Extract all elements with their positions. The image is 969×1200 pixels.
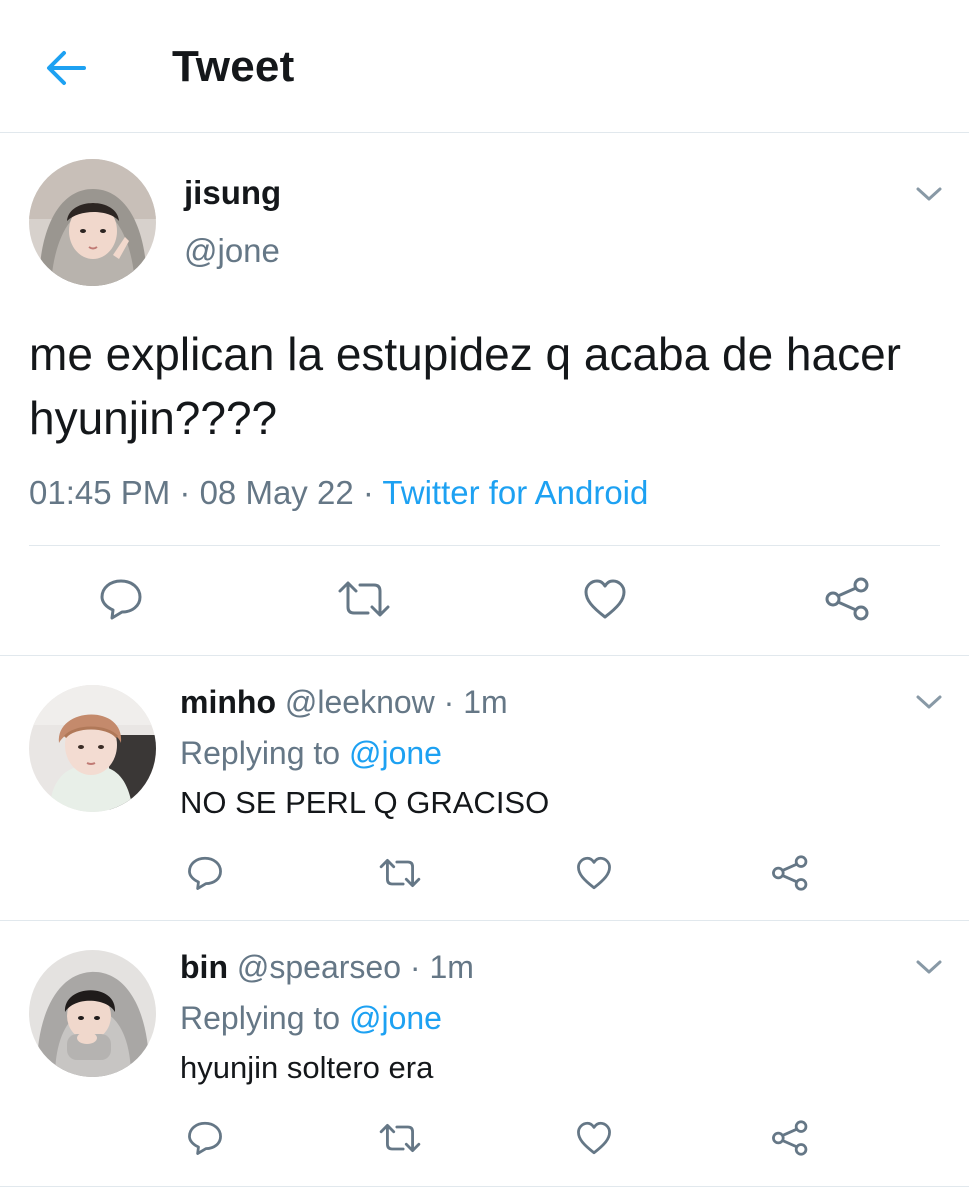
retweet-arrows-icon: [379, 859, 421, 887]
reply-header: minho @leeknow · 1m: [180, 684, 508, 721]
meta-separator: ·: [401, 949, 430, 985]
tweet-time: 01:45 PM: [29, 474, 171, 511]
back-button[interactable]: [44, 48, 88, 88]
speech-bubble-icon: [100, 579, 142, 620]
speech-bubble-icon: [188, 1121, 222, 1155]
share-nodes-icon: [772, 1120, 808, 1156]
reply-author-name[interactable]: bin: [180, 949, 228, 985]
speech-bubble-icon: [188, 856, 222, 890]
avatar-minho[interactable]: [29, 685, 156, 812]
retweet-button[interactable]: [336, 579, 392, 619]
tweet-text: me explican la estupidez q acaba de hace…: [29, 328, 902, 444]
meta-separator: ·: [434, 684, 464, 720]
reply-age: 1m: [463, 684, 508, 720]
reply-age: 1m: [429, 949, 474, 985]
reply-button[interactable]: [98, 577, 144, 621]
reply-more-button[interactable]: [914, 692, 944, 712]
reply-author-handle[interactable]: @spearseo: [237, 949, 401, 985]
share-nodes-icon: [772, 855, 808, 891]
replying-to-line: Replying to @jone: [180, 735, 442, 772]
reply-button[interactable]: [186, 855, 224, 891]
tweet-date: 08 May 22: [199, 474, 354, 511]
reply-text: NO SE PERL Q GRACISO: [180, 785, 550, 820]
author-name[interactable]: jisung: [184, 174, 281, 212]
like-button[interactable]: [582, 577, 628, 621]
reply-author-name[interactable]: minho: [180, 684, 276, 720]
replying-to-line: Replying to @jone: [180, 1000, 442, 1037]
page-title: Tweet: [172, 42, 295, 91]
chevron-down-icon: [916, 187, 942, 201]
heart-icon: [584, 579, 626, 619]
meta-separator: ·: [170, 474, 200, 511]
heart-icon: [577, 1121, 611, 1155]
avatar-bin[interactable]: [29, 950, 156, 1077]
top-bar: Tweet: [0, 0, 969, 133]
tweet-more-button[interactable]: [914, 184, 944, 204]
share-nodes-icon: [825, 577, 869, 621]
retweet-arrows-icon: [338, 581, 390, 617]
heart-icon: [577, 856, 611, 890]
replying-to-mention[interactable]: @jone: [349, 735, 442, 771]
share-button[interactable]: [771, 854, 810, 892]
tweet-source-link[interactable]: Twitter for Android: [382, 474, 648, 511]
meta-separator: ·: [353, 474, 383, 511]
replying-to-mention[interactable]: @jone: [349, 1000, 442, 1036]
like-button[interactable]: [575, 1120, 613, 1156]
share-button[interactable]: [771, 1119, 810, 1157]
reply-author-handle[interactable]: @leeknow: [285, 684, 435, 720]
retweet-button[interactable]: [378, 857, 422, 889]
chevron-down-icon: [916, 695, 942, 709]
divider: [29, 545, 940, 546]
author-handle[interactable]: @jone: [184, 232, 280, 270]
divider: [0, 1186, 969, 1187]
divider: [0, 655, 969, 656]
like-button[interactable]: [575, 855, 613, 891]
reply-header: bin @spearseo · 1m: [180, 949, 474, 986]
retweet-arrows-icon: [379, 1124, 421, 1152]
reply-button[interactable]: [186, 1120, 224, 1156]
chevron-down-icon: [916, 960, 942, 974]
tweet-meta: 01:45 PM · 08 May 22 · Twitter for Andro…: [29, 474, 648, 512]
avatar-jisung[interactable]: [29, 159, 156, 286]
replying-to-label: Replying to: [180, 735, 349, 771]
reply-text: hyunjin soltero era: [180, 1050, 434, 1085]
share-button[interactable]: [824, 576, 872, 622]
retweet-button[interactable]: [378, 1122, 422, 1154]
arrow-left-icon: [47, 51, 86, 85]
divider: [0, 920, 969, 921]
replying-to-label: Replying to: [180, 1000, 349, 1036]
reply-more-button[interactable]: [914, 957, 944, 977]
